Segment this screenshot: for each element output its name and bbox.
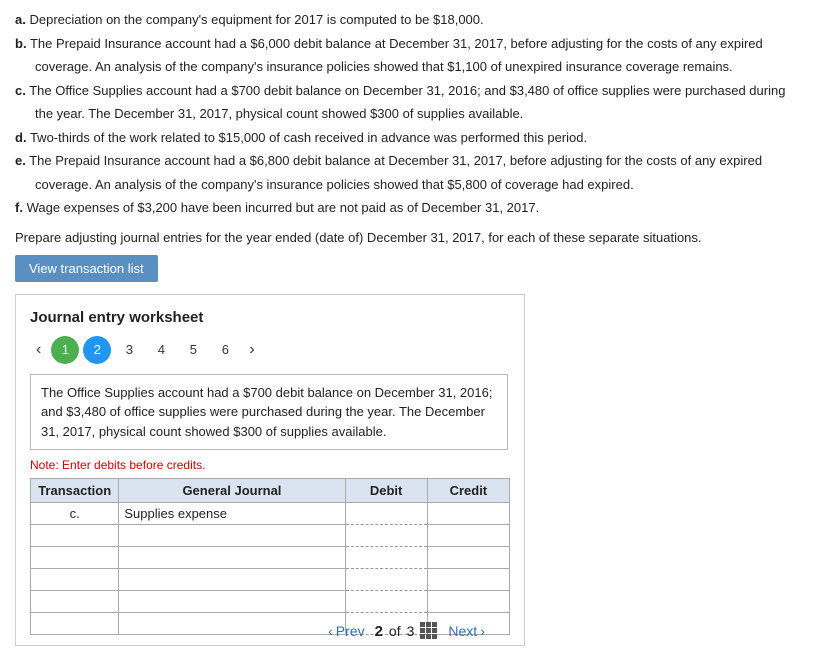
table-row <box>31 525 510 547</box>
problem-b-key: b. <box>15 36 27 51</box>
page-info: 2 of 3 <box>375 622 439 640</box>
problem-e-cont: coverage. An analysis of the company's i… <box>35 175 798 195</box>
debit-cell[interactable] <box>345 525 427 547</box>
journal-cell[interactable] <box>119 525 345 547</box>
credit-cell[interactable] <box>427 569 509 591</box>
col-general-journal: General Journal <box>119 479 345 503</box>
transaction-cell <box>31 591 119 613</box>
tab-5[interactable]: 5 <box>179 336 207 364</box>
tab-3[interactable]: 3 <box>115 336 143 364</box>
col-transaction: Transaction <box>31 479 119 503</box>
journal-cell[interactable] <box>119 547 345 569</box>
problem-d: d. Two-thirds of the work related to $15… <box>15 128 798 148</box>
worksheet-container: Journal entry worksheet ‹ 1 2 3 4 5 6 › … <box>15 294 525 647</box>
prev-arrow-icon: ‹ <box>328 623 333 639</box>
scenario-box: The Office Supplies account had a $700 d… <box>30 374 508 451</box>
credit-cell[interactable] <box>427 525 509 547</box>
tab-6[interactable]: 6 <box>211 336 239 364</box>
problem-b-cont: coverage. An analysis of the company's i… <box>35 57 798 77</box>
debit-cell[interactable] <box>345 569 427 591</box>
col-debit: Debit <box>345 479 427 503</box>
transaction-cell <box>31 547 119 569</box>
tab-prev-arrow[interactable]: ‹ <box>30 339 47 361</box>
footer-nav: ‹ Prev 2 of 3 Next › <box>0 612 813 646</box>
next-arrow-icon: › <box>480 623 485 639</box>
tab-next-arrow[interactable]: › <box>243 339 260 361</box>
problem-b-text: The Prepaid Insurance account had a $6,0… <box>30 36 763 51</box>
problem-e-key: e. <box>15 153 26 168</box>
tab-4[interactable]: 4 <box>147 336 175 364</box>
problem-f: f. Wage expenses of $3,200 have been inc… <box>15 198 798 218</box>
journal-cell[interactable]: Supplies expense <box>119 503 345 525</box>
problem-a: a. Depreciation on the company's equipme… <box>15 10 798 30</box>
next-button[interactable]: Next › <box>448 623 484 639</box>
table-row: c. Supplies expense <box>31 503 510 525</box>
table-row <box>31 591 510 613</box>
table-row <box>31 569 510 591</box>
problem-c: c. The Office Supplies account had a $70… <box>15 81 798 101</box>
problem-list: a. Depreciation on the company's equipme… <box>15 10 798 218</box>
debit-cell[interactable] <box>345 503 427 525</box>
problem-f-key: f. <box>15 200 23 215</box>
debit-cell[interactable] <box>345 591 427 613</box>
of-label: of <box>389 623 401 639</box>
grid-view-icon[interactable] <box>420 622 438 640</box>
table-row <box>31 547 510 569</box>
prepare-line: Prepare adjusting journal entries for th… <box>15 230 798 245</box>
transaction-cell <box>31 569 119 591</box>
credit-cell[interactable] <box>427 503 509 525</box>
transaction-cell: c. <box>31 503 119 525</box>
worksheet-title: Journal entry worksheet <box>30 309 510 326</box>
problem-c-key: c. <box>15 83 26 98</box>
problem-b: b. The Prepaid Insurance account had a $… <box>15 34 798 54</box>
prev-button[interactable]: ‹ Prev <box>328 623 364 639</box>
prev-label: Prev <box>336 623 365 639</box>
total-pages: 3 <box>407 623 415 639</box>
transaction-cell <box>31 525 119 547</box>
table-header-row: Transaction General Journal Debit Credit <box>31 479 510 503</box>
tab-2[interactable]: 2 <box>83 336 111 364</box>
problem-e: e. The Prepaid Insurance account had a $… <box>15 151 798 171</box>
scenario-text: The Office Supplies account had a $700 d… <box>41 385 492 439</box>
problem-a-key: a. <box>15 12 26 27</box>
credit-cell[interactable] <box>427 591 509 613</box>
problem-d-key: d. <box>15 130 27 145</box>
col-credit: Credit <box>427 479 509 503</box>
note-text: Note: Enter debits before credits. <box>30 458 510 472</box>
journal-cell[interactable] <box>119 591 345 613</box>
tab-row: ‹ 1 2 3 4 5 6 › <box>30 336 510 364</box>
journal-cell[interactable] <box>119 569 345 591</box>
credit-cell[interactable] <box>427 547 509 569</box>
problem-f-text: Wage expenses of $3,200 have been incurr… <box>27 200 540 215</box>
view-transaction-list-button[interactable]: View transaction list <box>15 255 158 282</box>
problem-d-text: Two-thirds of the work related to $15,00… <box>30 130 587 145</box>
next-label: Next <box>448 623 477 639</box>
current-page: 2 <box>375 623 383 640</box>
tab-1[interactable]: 1 <box>51 336 79 364</box>
problem-a-text: Depreciation on the company's equipment … <box>29 12 483 27</box>
problem-e-text: The Prepaid Insurance account had a $6,8… <box>29 153 762 168</box>
debit-cell[interactable] <box>345 547 427 569</box>
problem-c-text: The Office Supplies account had a $700 d… <box>29 83 785 98</box>
problem-c-cont: the year. The December 31, 2017, physica… <box>35 104 798 124</box>
